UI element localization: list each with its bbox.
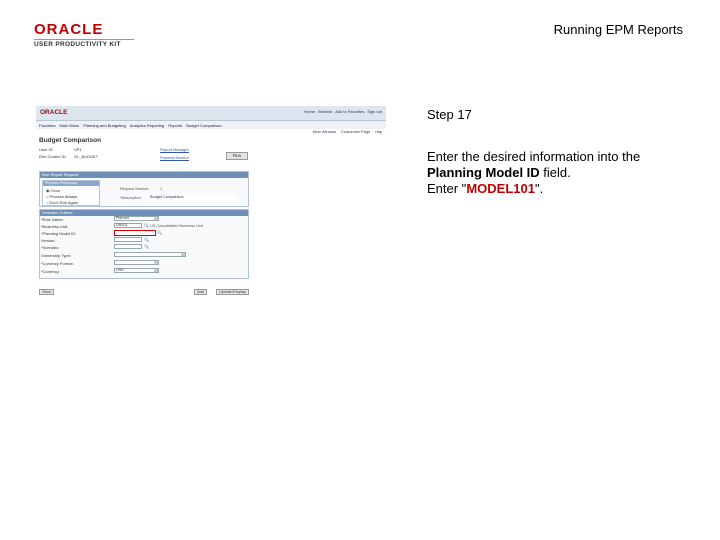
user-id-value: VP1 [74,147,82,152]
step-text-close: ". [534,181,544,196]
link-home[interactable]: Home [304,109,315,114]
process-monitor-link[interactable]: Process Monitor [160,155,189,160]
planning-model-label: *Planning Model ID: [41,231,77,236]
planning-model-lookup-icon[interactable]: 🔍 [157,230,162,235]
process-frequency-header: Process Frequency [43,181,99,186]
logo-brand: ORACLE [34,21,104,38]
currency-format-select[interactable] [114,260,159,265]
request-number-value: 1 [160,187,163,191]
report-manager-link[interactable]: Report Manager [160,147,189,152]
slide-title: Running EPM Reports [553,22,683,37]
scenario-lookup-icon[interactable]: 🔍 [144,244,149,249]
step-instructions: Enter the desired information into the P… [427,149,687,197]
link-favorites[interactable]: Add to Favorites [335,109,364,114]
run-control-value: GL_BUDGET [74,154,99,159]
scenario-input[interactable] [114,244,142,249]
user-id-label: User ID: [39,147,54,152]
save-button[interactable]: Save [39,289,55,295]
breadcrumb-favorites[interactable]: Favorites [39,123,55,128]
version-input[interactable] [114,237,142,242]
radio-dont-run-again[interactable]: Don't Run Again [46,200,78,205]
link-worklist[interactable]: Worklist [318,109,332,114]
breadcrumb-budget-comparison[interactable]: Budget Comparison [186,123,221,128]
oracle-upk-logo: ORACLE USER PRODUCTIVITY KIT [34,22,134,48]
step-text-part1: Enter the desired information into the [427,149,641,164]
currency-select[interactable]: USD [114,268,159,273]
run-request-header: Run Report Request [40,172,248,178]
version-label: Version: [41,238,56,243]
page-title: Budget Comparison [39,137,102,144]
ownership-type-label: Ownership Type: [41,253,71,258]
radio-process-always[interactable]: Process Always [46,194,77,199]
app-screenshot: ORACLE Home Worklist Add to Favorites Si… [36,106,386,300]
ownership-type-select[interactable] [114,252,186,257]
radio-once[interactable]: Once [46,188,61,193]
role-name-label: *Role Name: [41,217,64,222]
request-number-label: Request Number: [120,187,150,191]
app-brand: ORACLE [40,109,68,116]
currency-format-label: *Currency Format: [41,261,74,266]
app-header-bar: ORACLE Home Worklist Add to Favorites Si… [36,106,386,121]
role-name-select[interactable]: Planner [114,216,159,221]
link-signout[interactable]: Sign out [367,109,382,114]
scenario-label: *Scenario: [41,245,60,250]
add-button[interactable]: Add [194,289,208,295]
business-unit-label: *Business Unit: [41,224,69,229]
description-label: *Description: [120,196,142,200]
step-value: MODEL101 [466,181,535,196]
logo-product: USER PRODUCTIVITY KIT [34,39,134,48]
breadcrumb-main-menu[interactable]: Main Menu [59,123,79,128]
process-frequency-group: Process Frequency Once Process Always Do… [42,180,100,206]
description-field[interactable]: Budget Comparison [148,195,238,200]
planning-model-input[interactable] [114,230,156,236]
business-unit-input[interactable]: US001 [114,223,142,228]
breadcrumb-planning[interactable]: Planning and Budgeting [83,123,125,128]
run-button[interactable]: Run [226,152,248,160]
page-actions: New Window Customize Page http [313,129,382,134]
business-unit-lookup-icon[interactable]: 🔍 [144,223,149,228]
customize-page-link[interactable]: Customize Page [341,129,370,134]
run-request-panel: Run Report Request Process Frequency Onc… [39,171,249,207]
step-label: Step 17 [427,107,472,122]
step-text-part2: field. [539,165,571,180]
breadcrumb: Favorites Main Menu Planning and Budgeti… [36,121,386,129]
business-unit-description: US Consolidated Business Unit [150,224,203,228]
breadcrumb-analytics[interactable]: Analytics Reporting [130,123,164,128]
new-window-link[interactable]: New Window [313,129,336,134]
currency-label: *Currency: [41,269,60,274]
http-link[interactable]: http [375,129,382,134]
version-lookup-icon[interactable]: 🔍 [144,237,149,242]
app-top-links: Home Worklist Add to Favorites Sign out [304,109,382,114]
step-field-name: Planning Model ID [427,165,540,180]
breadcrumb-reports[interactable]: Reports [168,123,182,128]
run-control-label: Run Control ID: [39,154,67,159]
update-display-button[interactable]: Update/Display [216,289,250,295]
step-text-enter: Enter " [427,181,467,196]
